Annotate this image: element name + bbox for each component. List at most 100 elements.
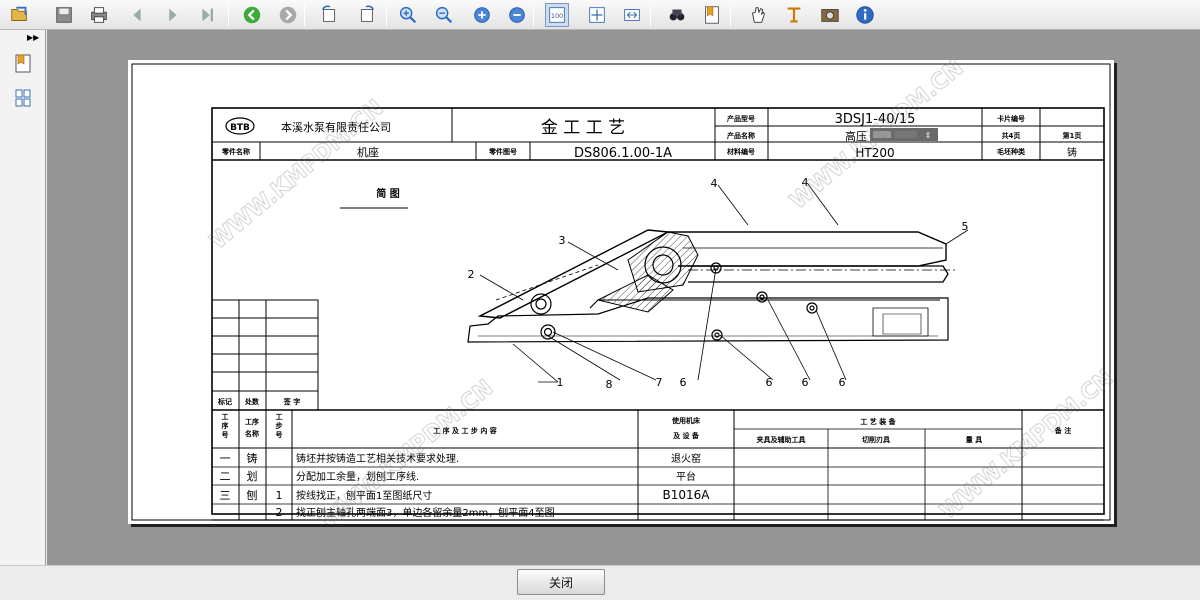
callout-6: 6 (766, 376, 773, 389)
row-machine: 平台 (676, 470, 696, 483)
svg-text:铸: 铸 (1067, 146, 1077, 159)
col-machine: 及 设 备 (673, 431, 700, 440)
callout-3: 3 (559, 234, 566, 247)
row-proc-name: 划 (247, 470, 258, 483)
bookmark-icon[interactable] (746, 3, 770, 27)
collapse-icon[interactable]: ▶▶ (27, 33, 39, 42)
toolbar-separator (228, 4, 229, 26)
row-proc-name: 铸 (247, 451, 258, 465)
callout-7: 7 (656, 376, 663, 389)
col-fixture: 夹具及辅助工具 (757, 435, 806, 444)
col-proc-name: 名称 (245, 429, 259, 438)
svg-text:卡片编号: 卡片编号 (997, 114, 1025, 123)
revision-table (211, 299, 319, 411)
side-panel: ▶▶ (0, 30, 46, 565)
close-button[interactable]: 关闭 (517, 569, 605, 595)
row-machine: 退火窑 (671, 452, 701, 465)
col-step: 号 (276, 430, 283, 439)
callout-6: 6 (680, 376, 687, 389)
col-seq: 序 (221, 421, 229, 430)
rotate-right-icon[interactable] (396, 3, 420, 27)
svg-text:产品名称: 产品名称 (727, 131, 755, 140)
row-seq: 三 (220, 489, 231, 502)
snapshot-icon[interactable] (853, 3, 877, 27)
thumbnails-panel-icon[interactable] (11, 86, 35, 110)
callout-6: 6 (802, 376, 809, 389)
col-gauge: 量 具 (966, 435, 982, 444)
save-icon[interactable] (52, 3, 76, 27)
toolbar-separator (730, 4, 731, 26)
prev-page-icon[interactable] (160, 3, 184, 27)
col-cutter: 切削刃具 (862, 435, 890, 444)
find-icon[interactable] (700, 3, 724, 27)
forward-icon[interactable] (318, 3, 342, 27)
callout-2: 2 (468, 268, 475, 281)
actual-size-icon[interactable] (585, 3, 609, 27)
svg-text:零件名称: 零件名称 (221, 147, 250, 156)
svg-text:100: 100 (551, 12, 563, 20)
col-equipment: 工 艺 装 备 (860, 417, 896, 426)
footer-date: 2017年 月 日 (1033, 523, 1082, 524)
fit-width-icon[interactable] (665, 3, 689, 27)
zoom-out-icon[interactable] (470, 3, 494, 27)
leader-lines (479, 183, 969, 383)
sketch-title: 简 图 (376, 187, 399, 200)
document-viewer[interactable]: BTB 本溪水泵有限责任公司 金 工 工 艺 产品型号 3DSJ1-40/15 … (47, 30, 1200, 565)
watermark: WWW.KMPDM.CN (936, 366, 1114, 524)
svg-text:BTB: BTB (230, 123, 250, 133)
row-machine: B1016A (663, 488, 711, 502)
svg-text:材料编号: 材料编号 (726, 147, 755, 156)
part-number: DS806.1.00-1A (574, 146, 672, 161)
zoom-plus-icon[interactable] (505, 3, 529, 27)
drawing-sheet: BTB 本溪水泵有限责任公司 金 工 工 艺 产品型号 3DSJ1-40/15 … (131, 60, 1114, 524)
toolbar-separator (304, 4, 305, 26)
logo-icon: BTB (225, 117, 255, 135)
toolbar: 100 (0, 0, 1200, 30)
text-select-icon[interactable] (818, 3, 842, 27)
toolbar-separator (386, 4, 387, 26)
rotate-left-icon[interactable] (354, 3, 378, 27)
svg-text:⇕: ⇕ (925, 131, 932, 140)
svg-text:第1页: 第1页 (1063, 131, 1082, 140)
col-proc-name: 工序 (245, 417, 259, 426)
part-name: 机座 (357, 145, 379, 159)
zoom-in-icon[interactable] (432, 3, 456, 27)
print-icon[interactable] (87, 3, 111, 27)
document-page: BTB 本溪水泵有限责任公司 金 工 工 艺 产品型号 3DSJ1-40/15 … (128, 60, 1114, 524)
callout-1: 1 (557, 376, 564, 389)
callout-4: 4 (711, 177, 718, 190)
col-step: 工 (276, 413, 283, 421)
zoom-minus-icon[interactable]: 100 (545, 3, 569, 27)
doc-title: 金 工 工 艺 (541, 118, 625, 138)
svg-text:共4页: 共4页 (1002, 131, 1021, 140)
watermark: WWW.KMPDM.CN (786, 60, 969, 215)
svg-text:签 字: 签 字 (283, 397, 300, 406)
fit-page-icon[interactable] (620, 3, 644, 27)
svg-text:零件图号: 零件图号 (488, 147, 517, 156)
callout-6: 6 (839, 376, 846, 389)
hand-icon[interactable] (782, 3, 806, 27)
row-step: 2 (276, 506, 283, 519)
toolbar-separator (533, 4, 534, 26)
bookmarks-panel-icon[interactable] (11, 52, 35, 76)
open-icon[interactable] (8, 3, 32, 27)
callout-8: 8 (606, 378, 613, 391)
toolbar-separator (650, 4, 651, 26)
next-page-icon[interactable] (195, 3, 219, 27)
svg-text:产品型号: 产品型号 (727, 114, 755, 123)
col-seq: 号 (222, 430, 229, 439)
part-sketch (467, 229, 956, 343)
col-seq: 工 (222, 413, 229, 421)
row-seq: 一 (220, 452, 231, 465)
back-icon[interactable] (276, 3, 300, 27)
first-page-icon[interactable] (125, 3, 149, 27)
callout-5: 5 (962, 220, 969, 233)
svg-text:毛坯种类: 毛坯种类 (997, 147, 1026, 156)
svg-text:处数: 处数 (244, 397, 260, 406)
col-machine: 使用机床 (671, 416, 701, 425)
col-step: 步 (276, 421, 283, 430)
last-page-icon[interactable] (240, 3, 264, 27)
row-step: 1 (276, 489, 283, 502)
row-seq: 二 (220, 470, 231, 483)
svg-text:标记: 标记 (217, 397, 232, 406)
